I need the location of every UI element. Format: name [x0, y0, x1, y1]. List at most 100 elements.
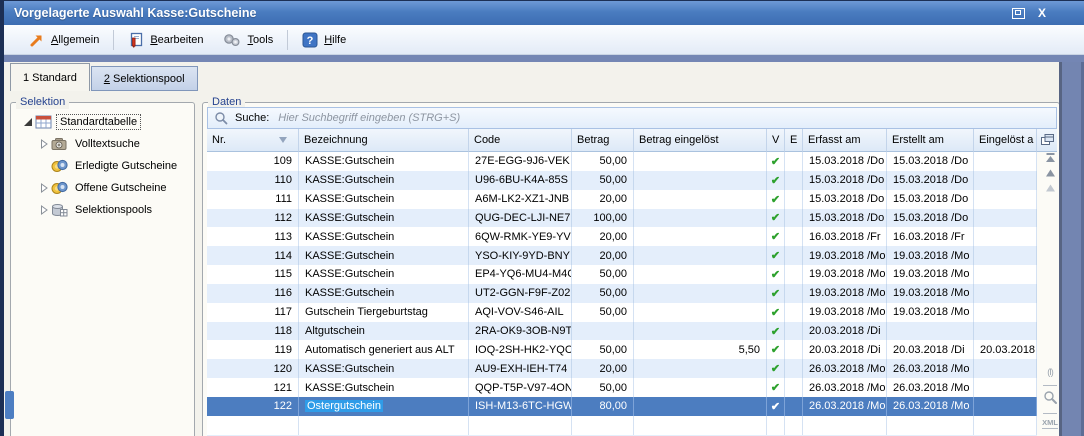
- cell-nr: 111: [207, 190, 299, 209]
- search-input[interactable]: [276, 111, 1050, 125]
- column-header-label: Erstellt am: [892, 134, 944, 146]
- cell-e: [785, 284, 803, 303]
- toolbar-button-label: Hilfe: [324, 34, 346, 46]
- column-chooser-button[interactable]: [1037, 129, 1057, 152]
- column-header-label: Betrag eingelöst: [639, 134, 719, 146]
- search-icon: [214, 111, 228, 125]
- search-bar[interactable]: Suche:: [207, 107, 1057, 129]
- cell-erstellt_am: 26.03.2018 /Mo: [887, 378, 974, 397]
- tree-item-volltextsuche[interactable]: Volltextsuche: [15, 133, 190, 155]
- resize-grip[interactable]: [5, 391, 14, 419]
- expander-collapsed-icon[interactable]: [37, 205, 50, 215]
- checkmark-icon: ✔: [771, 230, 780, 243]
- column-header-bezeichnung[interactable]: Bezeichnung: [299, 129, 469, 152]
- toolbar: Allgemein BearbeitenTools? Hilfe: [4, 25, 1084, 55]
- column-header-erstellt_am[interactable]: Erstellt am: [887, 129, 974, 152]
- arrow-up-right-icon: [29, 32, 45, 48]
- column-header-label: Code: [474, 134, 500, 146]
- cell-betrag_eingeloest: [634, 190, 767, 209]
- column-header-betrag_eingeloest[interactable]: Betrag eingelöst: [634, 129, 767, 152]
- cell-nr: 110: [207, 171, 299, 190]
- scroll-up-disabled-button[interactable]: [1044, 183, 1057, 194]
- search-label: Suche:: [235, 112, 269, 124]
- tree-item-erledigte-gutscheine[interactable]: Erledigte Gutscheine: [15, 155, 190, 177]
- table-row-109[interactable]: 109KASSE:Gutschein27E-EGG-9J6-VEK50,00✔1…: [207, 152, 1037, 171]
- table-row-116[interactable]: 116KASSE:GutscheinUT2-GGN-F9F-Z0250,00✔1…: [207, 284, 1037, 303]
- cell-erstellt_am: 26.03.2018 /Mo: [887, 359, 974, 378]
- column-header-v[interactable]: V: [767, 129, 785, 152]
- cell-betrag: 100,00: [572, 209, 634, 228]
- cell-v: ✔: [767, 303, 785, 322]
- checkmark-icon: ✔: [771, 325, 780, 338]
- toolbar-button-bearbeiten[interactable]: Bearbeiten: [119, 29, 212, 51]
- cell-eingeloest_am: [974, 397, 1037, 416]
- tree-item-label: Standardtabelle: [56, 114, 141, 130]
- scroll-up-button[interactable]: [1044, 168, 1057, 179]
- column-header-e[interactable]: E: [785, 129, 803, 152]
- cell-erfasst_am: 19.03.2018 /Mo: [803, 246, 887, 265]
- xml-export-button[interactable]: XML: [1042, 418, 1058, 429]
- expander-expanded-icon[interactable]: [21, 117, 34, 127]
- table-row-122[interactable]: 122OstergutscheinISH-M13-6TC-HGW80,00✔26…: [207, 397, 1037, 416]
- cell-nr: 109: [207, 152, 299, 171]
- close-button[interactable]: X: [1038, 6, 1046, 20]
- scroll-top-button[interactable]: [1044, 152, 1057, 164]
- table-row-113[interactable]: 113KASSE:Gutschein6QW-RMK-YE9-YVP20,00✔1…: [207, 227, 1037, 246]
- tree-item-label: Offene Gutscheine: [72, 181, 170, 195]
- table-row-114[interactable]: 114KASSE:GutscheinYSO-KIY-9YD-BNY20,00✔1…: [207, 246, 1037, 265]
- tree-item-offene-gutscheine[interactable]: Offene Gutscheine: [15, 177, 190, 199]
- magnifier-button[interactable]: [1043, 390, 1058, 405]
- restore-button[interactable]: [1012, 8, 1025, 19]
- cell-code: IOQ-2SH-HK2-YQC: [469, 340, 572, 359]
- cell-betrag_eingeloest: [634, 397, 767, 416]
- cell-erfasst_am: 15.03.2018 /Do: [803, 209, 887, 228]
- table-row-115[interactable]: 115KASSE:GutscheinEP4-YQ6-MU4-M4G50,00✔1…: [207, 265, 1037, 284]
- window-right-border: [1062, 62, 1084, 436]
- cell-eingeloest_am: [974, 378, 1037, 397]
- cell-erfasst_am: 19.03.2018 /Mo: [803, 265, 887, 284]
- tree-item-selektionspools[interactable]: Selektionspools: [15, 199, 190, 221]
- tab-2[interactable]: 2 Selektionspool: [91, 66, 198, 91]
- table-row-112[interactable]: 112KASSE:GutscheinQUG-DEC-LJI-NE7100,00✔…: [207, 209, 1037, 228]
- table-row-120[interactable]: 120KASSE:GutscheinAU9-EXH-IEH-T7420,00✔2…: [207, 359, 1037, 378]
- column-header-erfasst_am[interactable]: Erfasst am: [803, 129, 887, 152]
- field-info-button[interactable]: (I): [1047, 367, 1053, 377]
- cell-v: ✔: [767, 322, 785, 341]
- cell-eingeloest_am: [974, 209, 1037, 228]
- table-row-117[interactable]: 117Gutschein TiergeburtstagAQI-VOV-S46-A…: [207, 303, 1037, 322]
- cell-code: 6QW-RMK-YE9-YVP: [469, 227, 572, 246]
- table-row-111[interactable]: 111KASSE:GutscheinA6M-LK2-XZ1-JNB20,00✔1…: [207, 190, 1037, 209]
- column-header-nr[interactable]: Nr.: [207, 129, 299, 152]
- cell-erfasst_am: 15.03.2018 /Do: [803, 171, 887, 190]
- checkmark-icon: ✔: [771, 211, 780, 224]
- tree-item-standardtabelle[interactable]: Standardtabelle: [15, 111, 190, 133]
- table-row-118[interactable]: 118Altgutschein2RA-OK9-3OB-N9T✔20.03.201…: [207, 322, 1037, 341]
- checkmark-icon: ✔: [771, 400, 780, 413]
- column-header-betrag[interactable]: Betrag: [572, 129, 634, 152]
- table-row-empty[interactable]: [207, 416, 1037, 435]
- tab-1[interactable]: 1 Standard: [10, 63, 90, 91]
- toolbar-button-hilfe[interactable]: ? Hilfe: [293, 29, 355, 51]
- cell-bezeichnung: Automatisch generiert aus ALT: [299, 340, 469, 359]
- column-header-code[interactable]: Code: [469, 129, 572, 152]
- cell-betrag_eingeloest: [634, 359, 767, 378]
- title-bar[interactable]: Vorgelagerte Auswahl Kasse:Gutscheine X: [0, 0, 1084, 25]
- cell-e: [785, 303, 803, 322]
- expander-collapsed-icon[interactable]: [37, 139, 50, 149]
- expander-collapsed-icon[interactable]: [37, 183, 50, 193]
- cell-nr: 117: [207, 303, 299, 322]
- help-icon: ?: [302, 32, 318, 48]
- cell-erstellt_am: 19.03.2018 /Mo: [887, 303, 974, 322]
- table-row-119[interactable]: 119Automatisch generiert aus ALTIOQ-2SH-…: [207, 340, 1037, 359]
- cell-betrag_eingeloest: [634, 227, 767, 246]
- cell-v: ✔: [767, 209, 785, 228]
- cell-nr: 118: [207, 322, 299, 341]
- toolbar-button-allgemein[interactable]: Allgemein: [20, 29, 108, 51]
- cell-e: [785, 246, 803, 265]
- table-row-121[interactable]: 121KASSE:GutscheinQQP-T5P-V97-4ON50,00✔2…: [207, 378, 1037, 397]
- toolbar-button-tools[interactable]: Tools: [213, 29, 283, 51]
- cell-betrag_eingeloest: [634, 209, 767, 228]
- cell-bezeichnung: KASSE:Gutschein: [299, 152, 469, 171]
- table-row-110[interactable]: 110KASSE:GutscheinU96-6BU-K4A-85S50,00✔1…: [207, 171, 1037, 190]
- column-header-eingeloest_am[interactable]: Eingelöst a: [974, 129, 1037, 152]
